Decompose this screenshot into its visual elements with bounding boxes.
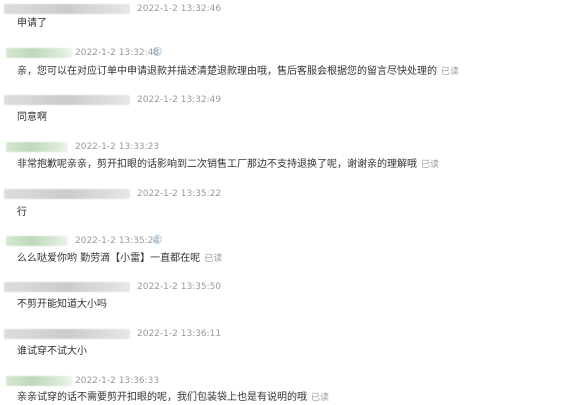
customer-service-icon: ☺ <box>152 235 163 246</box>
message-timestamp: 2022-1-2 13:35:24 <box>75 236 160 246</box>
message-text: 谁试穿不试大小 <box>17 346 87 357</box>
sender-name-blurred <box>4 189 130 199</box>
message-text: 亲亲试穿的话不需要剪开扣眼的呢，我们包装袋上也是有说明的哦 <box>17 392 307 403</box>
message-text: 不剪开能知道大小吗 <box>17 299 107 310</box>
read-status: 已读 <box>441 67 460 77</box>
customer-service-icon: ☺ <box>152 47 163 58</box>
message-timestamp: 2022-1-2 13:36:33 <box>75 376 160 386</box>
message-timestamp: 2022-1-2 13:35:50 <box>137 282 222 292</box>
message-text: 亲，您可以在对应订单中申请退款并描述清楚退款理由哦，售后客服会根据您的留言尽快处… <box>17 66 437 77</box>
message-line: 非常抱歉呢亲亲，剪开扣眼的话影响到二次销售工厂那边不支持退换了呢，谢谢亲的理解哦… <box>17 158 439 172</box>
message-text: 同意啊 <box>17 112 47 123</box>
message-timestamp: 2022-1-2 13:36:11 <box>137 329 222 339</box>
sender-name-blurred <box>4 4 130 14</box>
message-text: 申请了 <box>17 18 47 29</box>
message-line: 亲亲试穿的话不需要剪开扣眼的呢，我们包装袋上也是有说明的哦 已读 <box>17 391 329 405</box>
sender-name-blurred <box>4 282 130 292</box>
sender-name-blurred <box>4 95 130 105</box>
message-timestamp: 2022-1-2 13:35:22 <box>137 189 222 199</box>
message-timestamp: 2022-1-2 13:32:49 <box>137 95 222 105</box>
sender-name-blurred <box>6 48 72 58</box>
message-line: 亲，您可以在对应订单中申请退款并描述清楚退款理由哦，售后客服会根据您的留言尽快处… <box>17 65 459 79</box>
sender-name-blurred <box>4 329 130 339</box>
sender-name-blurred <box>6 142 68 152</box>
read-status: 已读 <box>421 160 440 170</box>
read-status: 已读 <box>204 254 223 264</box>
message-timestamp: 2022-1-2 13:32:46 <box>137 4 222 14</box>
message-line: 么么哒爱你哟 勤劳滴【小雷】一直都在呢 已读 <box>17 252 222 266</box>
message-text: 行 <box>17 207 27 218</box>
message-timestamp: 2022-1-2 13:33:23 <box>75 142 160 152</box>
message-text: 么么哒爱你哟 勤劳滴【小雷】一直都在呢 <box>17 253 201 264</box>
message-text: 非常抱歉呢亲亲，剪开扣眼的话影响到二次销售工厂那边不支持退换了呢，谢谢亲的理解哦 <box>17 159 417 170</box>
read-status: 已读 <box>311 393 330 403</box>
sender-name-blurred <box>6 236 68 246</box>
message-timestamp: 2022-1-2 13:32:48 <box>75 48 160 58</box>
sender-name-blurred <box>6 376 72 386</box>
